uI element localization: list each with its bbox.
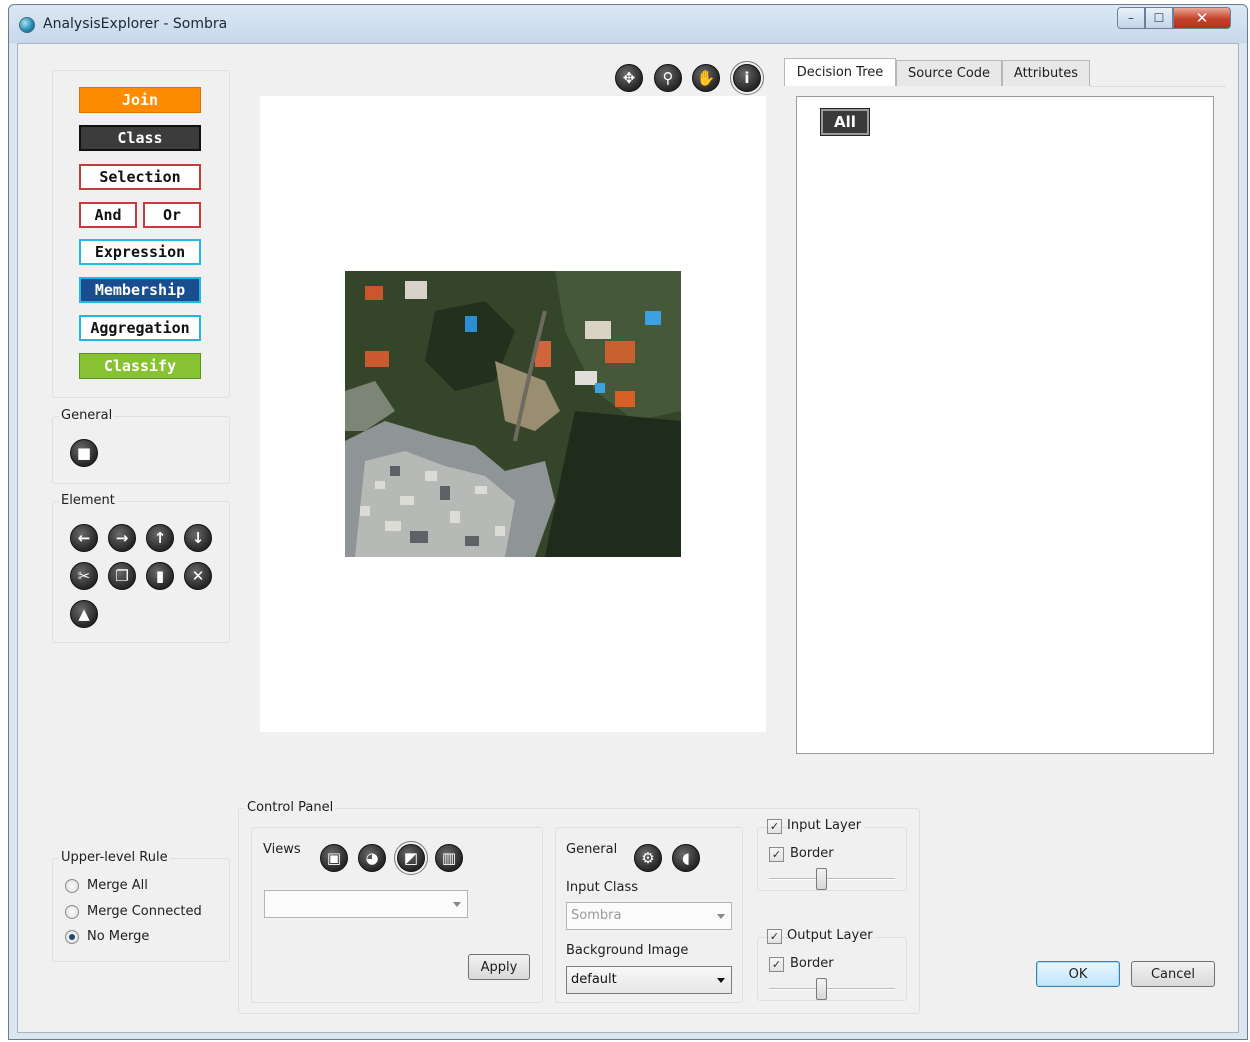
chevron-down-icon: [717, 914, 725, 919]
output-layer-checkbox[interactable]: ✓: [767, 929, 782, 944]
shape-icon[interactable]: ◖: [672, 844, 700, 872]
chevron-down-icon: [717, 978, 725, 983]
membership-button[interactable]: Membership: [79, 277, 201, 303]
tree-node-all[interactable]: All: [820, 108, 870, 136]
arrow-down-icon[interactable]: ↓: [184, 524, 212, 552]
upper-level-rule-label: Upper-level Rule: [59, 850, 170, 865]
background-image-value: default: [571, 972, 617, 987]
delete-icon[interactable]: ✕: [184, 562, 212, 590]
input-class-dropdown[interactable]: Sombra: [566, 902, 732, 930]
and-button[interactable]: And: [79, 202, 137, 228]
control-panel-label: Control Panel: [245, 800, 336, 815]
output-opacity-slider[interactable]: [769, 988, 895, 990]
arrow-left-icon[interactable]: ←: [70, 524, 98, 552]
cut-icon[interactable]: ✂: [70, 562, 98, 590]
output-layer-label[interactable]: Output Layer: [787, 928, 876, 943]
background-image-label: Background Image: [566, 943, 689, 958]
zoom-icon[interactable]: ⚲: [654, 64, 682, 92]
upper-level-rule-group: Upper-level Rule Merge All Merge Connect…: [52, 850, 230, 962]
chart-view-icon[interactable]: ▥: [435, 844, 463, 872]
views-group: Views ▣ ◕ ◩ ▥ Apply: [251, 827, 543, 1003]
pan-hand-icon[interactable]: ✋: [692, 64, 720, 92]
tab-source-code[interactable]: Source Code: [896, 60, 1002, 86]
info-icon[interactable]: i: [730, 61, 764, 95]
views-label: Views: [263, 842, 301, 857]
tab-decision-tree[interactable]: Decision Tree: [784, 58, 896, 86]
close-button[interactable]: ✕: [1173, 7, 1231, 29]
analysis-explorer-window: AnalysisExplorer - Sombra – ☐ ✕ Join Cla…: [8, 4, 1248, 1040]
radio-merge-all[interactable]: [65, 879, 79, 893]
general-group-label: General: [59, 408, 115, 423]
general-group: General ■: [52, 408, 230, 484]
eject-icon[interactable]: ▲: [70, 600, 98, 628]
aggregation-button[interactable]: Aggregation: [79, 315, 201, 341]
settings-icon[interactable]: ⚙: [634, 844, 662, 872]
stop-icon[interactable]: ■: [70, 439, 98, 467]
control-general-label: General: [566, 842, 618, 857]
element-group: Element ← → ↑ ↓ ✂ ❐ ▮ ✕ ▲: [52, 493, 230, 643]
arrow-up-icon[interactable]: ↑: [146, 524, 174, 552]
input-opacity-slider[interactable]: [769, 878, 895, 880]
input-class-value: Sombra: [571, 908, 622, 923]
image-view-icon[interactable]: ▣: [320, 844, 348, 872]
expression-button[interactable]: Expression: [79, 239, 201, 265]
aerial-image[interactable]: [345, 271, 681, 557]
maximize-button[interactable]: ☐: [1145, 7, 1173, 29]
selection-button[interactable]: Selection: [79, 164, 201, 190]
classification-view-icon[interactable]: ◩: [394, 841, 428, 875]
arrow-right-icon[interactable]: →: [108, 524, 136, 552]
aerial-image-graphic: [345, 271, 681, 557]
minimize-button[interactable]: –: [1117, 7, 1145, 29]
input-layer-checkbox[interactable]: ✓: [767, 819, 782, 834]
fit-view-icon[interactable]: ✥: [615, 64, 643, 92]
image-canvas[interactable]: [260, 96, 766, 732]
radio-merge-connected-label[interactable]: Merge Connected: [87, 904, 202, 919]
input-border-label[interactable]: Border: [790, 846, 834, 861]
input-opacity-thumb[interactable]: [816, 868, 827, 890]
views-dropdown[interactable]: [264, 890, 468, 918]
toolbox-panel: Join Class Selection And Or Expression M…: [52, 70, 230, 398]
cancel-button[interactable]: Cancel: [1131, 961, 1215, 987]
radio-merge-connected[interactable]: [65, 905, 79, 919]
background-image-dropdown[interactable]: default: [566, 966, 732, 994]
window-title: AnalysisExplorer - Sombra: [43, 16, 228, 32]
classify-button[interactable]: Classify: [79, 353, 201, 379]
or-button[interactable]: Or: [143, 202, 201, 228]
copy-icon[interactable]: ❐: [108, 562, 136, 590]
dialog-body: Join Class Selection And Or Expression M…: [17, 43, 1239, 1033]
apply-button[interactable]: Apply: [468, 954, 530, 980]
title-bar[interactable]: AnalysisExplorer - Sombra – ☐ ✕: [9, 5, 1247, 43]
radio-merge-all-label[interactable]: Merge All: [87, 878, 148, 893]
paste-icon[interactable]: ▮: [146, 562, 174, 590]
output-border-checkbox[interactable]: ✓: [769, 957, 784, 972]
input-layer-label[interactable]: Input Layer: [787, 818, 865, 833]
input-class-label: Input Class: [566, 880, 638, 895]
tab-divider: [1090, 86, 1226, 87]
input-border-checkbox[interactable]: ✓: [769, 847, 784, 862]
radio-no-merge-label[interactable]: No Merge: [87, 929, 149, 944]
chevron-down-icon: [453, 902, 461, 907]
class-button[interactable]: Class: [79, 125, 201, 151]
control-general-group: General ⚙ ◖ Input Class Sombra Backgroun…: [555, 827, 743, 1003]
output-opacity-thumb[interactable]: [816, 978, 827, 1000]
decision-tree-panel[interactable]: All: [796, 96, 1214, 754]
tab-attributes[interactable]: Attributes: [1002, 60, 1090, 86]
radio-no-merge[interactable]: [65, 930, 79, 944]
app-icon: [19, 17, 35, 33]
ok-button[interactable]: OK: [1036, 961, 1120, 987]
join-button[interactable]: Join: [79, 87, 201, 113]
control-panel: Control Panel Views ▣ ◕ ◩ ▥ Apply Genera…: [238, 800, 920, 1014]
element-group-label: Element: [59, 493, 117, 508]
color-view-icon[interactable]: ◕: [358, 844, 386, 872]
output-border-label[interactable]: Border: [790, 956, 834, 971]
